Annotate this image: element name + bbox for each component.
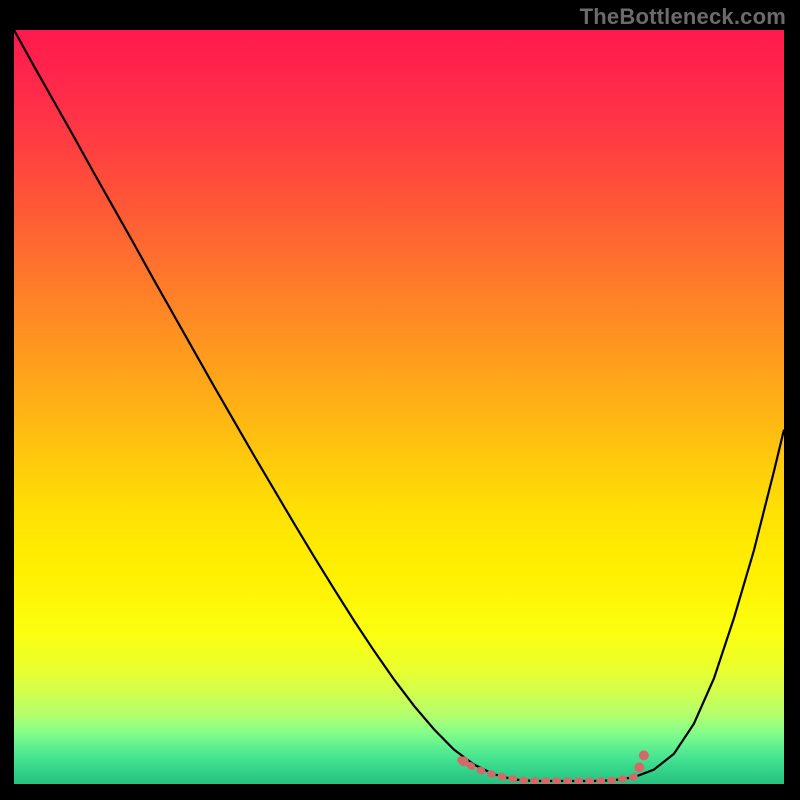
watermark-text: TheBottleneck.com <box>580 4 786 30</box>
chart-container: TheBottleneck.com <box>0 0 800 800</box>
plot-background <box>14 30 784 784</box>
